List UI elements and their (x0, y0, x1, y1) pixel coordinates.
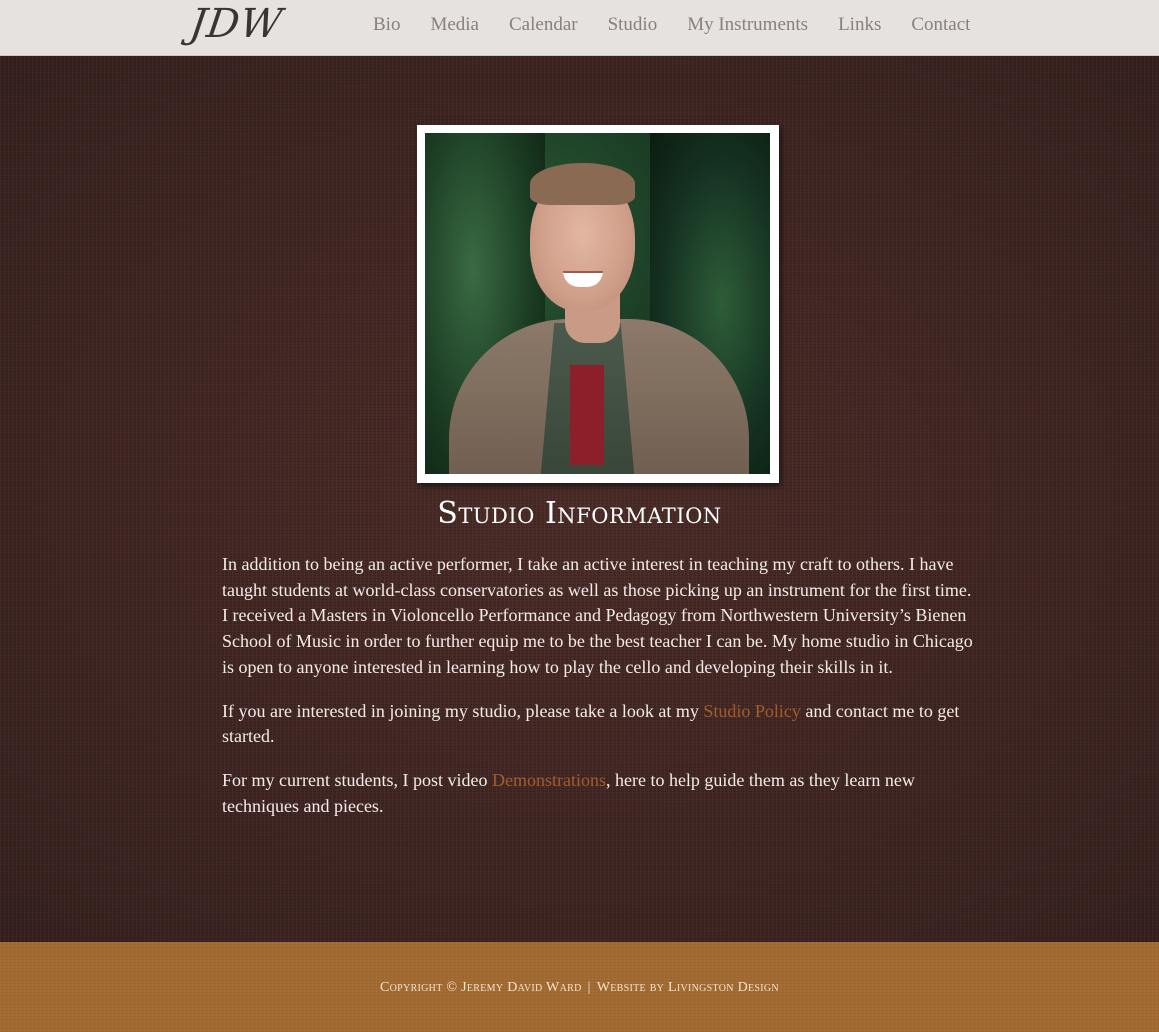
top-navigation-bar: JDW Bio Media Calendar Studio My Instrum… (0, 0, 1159, 56)
paragraph-intro: In addition to being an active performer… (222, 554, 973, 677)
studio-policy-link[interactable]: Studio Policy (703, 701, 801, 721)
photo-tshirt (570, 365, 604, 465)
portrait-photo-frame (417, 125, 779, 483)
footer-designer-credit[interactable]: Website by Livingston Design (597, 980, 779, 995)
paragraph-join-studio: If you are interested in joining my stud… (222, 699, 976, 750)
paragraph-students-text-before: For my current students, I post video (222, 769, 492, 790)
nav-item-contact[interactable]: Contact (911, 14, 970, 36)
demonstrations-link[interactable]: Demonstrations (492, 770, 606, 790)
page-title: Studio Information (437, 496, 722, 531)
footer-separator: | (587, 980, 591, 995)
photo-hair (530, 163, 635, 205)
nav-item-my-instruments[interactable]: My Instruments (687, 14, 808, 36)
footer-credits: Copyright © Jeremy David Ward | Website by… (0, 980, 1159, 996)
nav-item-calendar[interactable]: Calendar (509, 14, 578, 36)
studio-info-text: In addition to being an active performer… (222, 552, 976, 837)
nav-item-links[interactable]: Links (838, 14, 881, 36)
portrait-photo (425, 133, 770, 474)
footer-copyright: Copyright © Jeremy David Ward (380, 980, 582, 995)
nav-item-studio[interactable]: Studio (608, 14, 658, 36)
paragraph-current-students: For my current students, I post video De… (222, 768, 976, 819)
site-logo[interactable]: JDW (186, 0, 286, 50)
site-footer: Copyright © Jeremy David Ward | Website by… (0, 942, 1159, 1032)
main-nav: Bio Media Calendar Studio My Instruments… (373, 0, 970, 50)
nav-item-bio[interactable]: Bio (373, 14, 400, 36)
nav-item-media[interactable]: Media (430, 14, 479, 36)
paragraph-join-text-before: If you are interested in joining my stud… (222, 700, 704, 721)
main-content: Studio Information In addition to being … (0, 56, 1159, 942)
